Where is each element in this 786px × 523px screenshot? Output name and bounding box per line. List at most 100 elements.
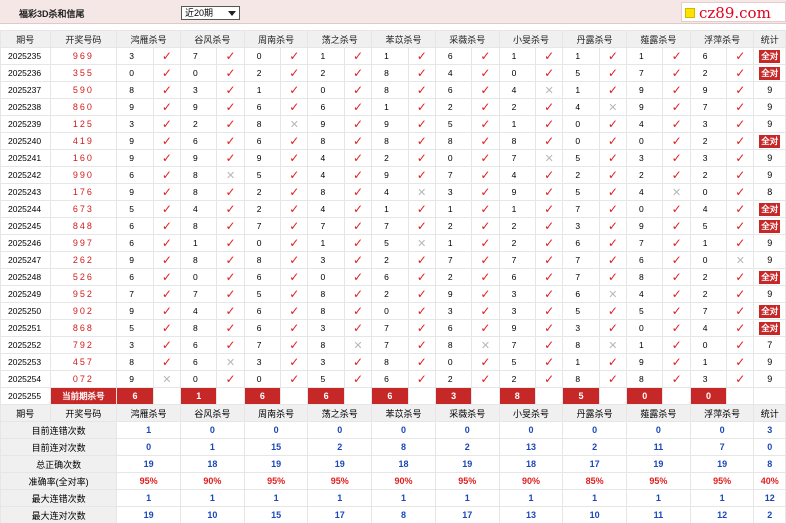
kill-number-cell: 6 — [180, 353, 218, 371]
winning-number-cell: 902 — [49, 302, 118, 320]
kill-number-cell: 8 — [243, 115, 282, 133]
tally-value: 9 — [767, 357, 773, 367]
current-kill-blank — [280, 387, 309, 405]
stats-value: 1 — [434, 489, 500, 507]
table-row: 2025253 457 8 ✓ 6 ✕ 3 ✓ 3 ✓ 8 ✓ 0 ✓ 5 ✓ 1 ✓ 9 ✓ 1 ✓ 9 — [0, 353, 786, 371]
stats-row-label: 目前连对次数 — [0, 438, 118, 456]
column-header-predictor: 周南杀号 — [243, 404, 309, 422]
check-icon: ✓ — [152, 302, 182, 320]
check-icon: ✓ — [152, 115, 182, 133]
check-icon: ✓ — [407, 217, 436, 235]
site-logo[interactable]: cz89.com — [681, 2, 786, 22]
kill-number-cell: 1 — [689, 234, 728, 252]
issue-cell: 2025246 — [0, 234, 51, 252]
kill-number-cell: 3 — [689, 115, 728, 133]
check-icon: ✓ — [471, 149, 500, 167]
check-icon: ✓ — [280, 47, 309, 65]
issue-cell: 2025239 — [0, 115, 51, 133]
stats-value: 1 — [498, 489, 564, 507]
kill-number-cell: 6 — [243, 132, 282, 150]
all-correct-badge: 全对 — [759, 66, 781, 80]
stats-value: 95% — [116, 472, 182, 490]
column-header-predictor: 荡之杀号 — [307, 404, 373, 422]
check-icon: ✓ — [280, 81, 309, 99]
check-icon: ✓ — [216, 64, 245, 82]
kill-number-cell: 8 — [434, 336, 473, 354]
kill-number-cell: 5 — [689, 217, 728, 235]
check-icon: ✓ — [598, 234, 628, 252]
winning-number-cell: 997 — [49, 234, 118, 252]
stats-value: 0 — [498, 421, 564, 439]
current-kill-number: 5 — [562, 387, 600, 405]
winning-number-cell: 419 — [49, 132, 118, 150]
cross-icon: ✕ — [343, 336, 373, 354]
table-row: 2025242 990 6 ✓ 8 ✕ 5 ✓ 4 ✓ 9 ✓ 7 ✓ 4 ✓ 2 ✓ 2 ✓ 2 ✓ 9 — [0, 166, 786, 184]
check-icon: ✓ — [216, 200, 245, 218]
check-icon: ✓ — [662, 149, 691, 167]
check-icon: ✓ — [407, 251, 436, 269]
check-icon: ✓ — [726, 319, 755, 337]
issue-cell: 2025235 — [0, 47, 51, 65]
kill-number-cell: 8 — [434, 132, 473, 150]
kill-number-cell: 0 — [307, 81, 345, 99]
cross-icon: ✕ — [216, 353, 245, 371]
stats-value: 1 — [180, 489, 245, 507]
kill-number-cell: 0 — [689, 251, 728, 269]
kill-number-cell: 5 — [562, 64, 600, 82]
kill-number-cell: 9 — [180, 149, 218, 167]
check-icon: ✓ — [216, 47, 245, 65]
check-icon: ✓ — [343, 132, 373, 150]
check-icon: ✓ — [726, 285, 755, 303]
kill-number-cell: 6 — [689, 47, 728, 65]
check-icon: ✓ — [280, 234, 309, 252]
kill-number-cell: 2 — [689, 268, 728, 286]
kill-number-cell: 0 — [180, 370, 218, 388]
check-icon: ✓ — [662, 217, 691, 235]
kill-number-cell: 3 — [689, 370, 728, 388]
kill-number-cell: 6 — [434, 319, 473, 337]
check-icon: ✓ — [726, 353, 755, 371]
check-icon: ✓ — [280, 302, 309, 320]
kill-number-cell: 2 — [371, 285, 409, 303]
kill-number-cell: 3 — [116, 115, 154, 133]
current-kill-number: 6 — [307, 387, 345, 405]
kill-number-cell: 3 — [307, 319, 345, 337]
winning-number-cell: 848 — [49, 217, 118, 235]
current-kill-blank — [343, 387, 373, 405]
cross-icon: ✕ — [407, 183, 436, 201]
cross-icon: ✕ — [598, 336, 628, 354]
check-icon: ✓ — [280, 353, 309, 371]
period-select[interactable]: 近20期 — [181, 6, 240, 20]
column-header-predictor: 浮萍杀号 — [689, 404, 755, 422]
kill-number-cell: 6 — [498, 268, 537, 286]
check-icon: ✓ — [726, 64, 755, 82]
kill-number-cell: 8 — [116, 81, 154, 99]
kill-number-cell: 0 — [180, 64, 218, 82]
check-icon: ✓ — [343, 47, 373, 65]
current-kill-label: 当前期杀号 — [49, 387, 118, 405]
check-icon: ✓ — [152, 166, 182, 184]
column-header-predictor: 谷风杀号 — [180, 30, 245, 48]
check-icon: ✓ — [152, 217, 182, 235]
kill-number-cell: 0 — [371, 302, 409, 320]
table-row: 2025239 125 3 ✓ 2 ✓ 8 ✕ 9 ✓ 9 ✓ 5 ✓ 1 ✓ 0 ✓ 4 ✓ 3 ✓ 9 — [0, 115, 786, 133]
current-kill-number: 6 — [243, 387, 282, 405]
check-icon: ✓ — [152, 353, 182, 371]
check-icon: ✓ — [726, 268, 755, 286]
check-icon: ✓ — [471, 115, 500, 133]
check-icon: ✓ — [216, 149, 245, 167]
table-header-row: 期号 开奖号码 鸿雁杀号 谷风杀号 周南杀号 荡之杀号 苯苡杀号 采薇杀号 小旻杀号 丹露杀号 薤露… — [0, 30, 786, 48]
kill-number-cell: 7 — [180, 47, 218, 65]
kill-number-cell: 3 — [307, 251, 345, 269]
table-row: 2025251 868 5 ✓ 8 ✓ 6 ✓ 3 ✓ 7 ✓ 6 ✓ 9 ✓ 3 ✓ 0 ✓ 4 ✓ 全对 — [0, 319, 786, 337]
kill-number-cell: 5 — [116, 319, 154, 337]
current-kill-blank — [471, 387, 500, 405]
issue-cell: 2025247 — [0, 251, 51, 269]
kill-number-cell: 0 — [562, 132, 600, 150]
kill-number-cell: 9 — [626, 98, 664, 116]
column-header-tally: 统计 — [753, 30, 786, 48]
check-icon: ✓ — [471, 285, 500, 303]
check-icon: ✓ — [216, 285, 245, 303]
issue-cell: 2025245 — [0, 217, 51, 235]
check-icon: ✓ — [152, 149, 182, 167]
